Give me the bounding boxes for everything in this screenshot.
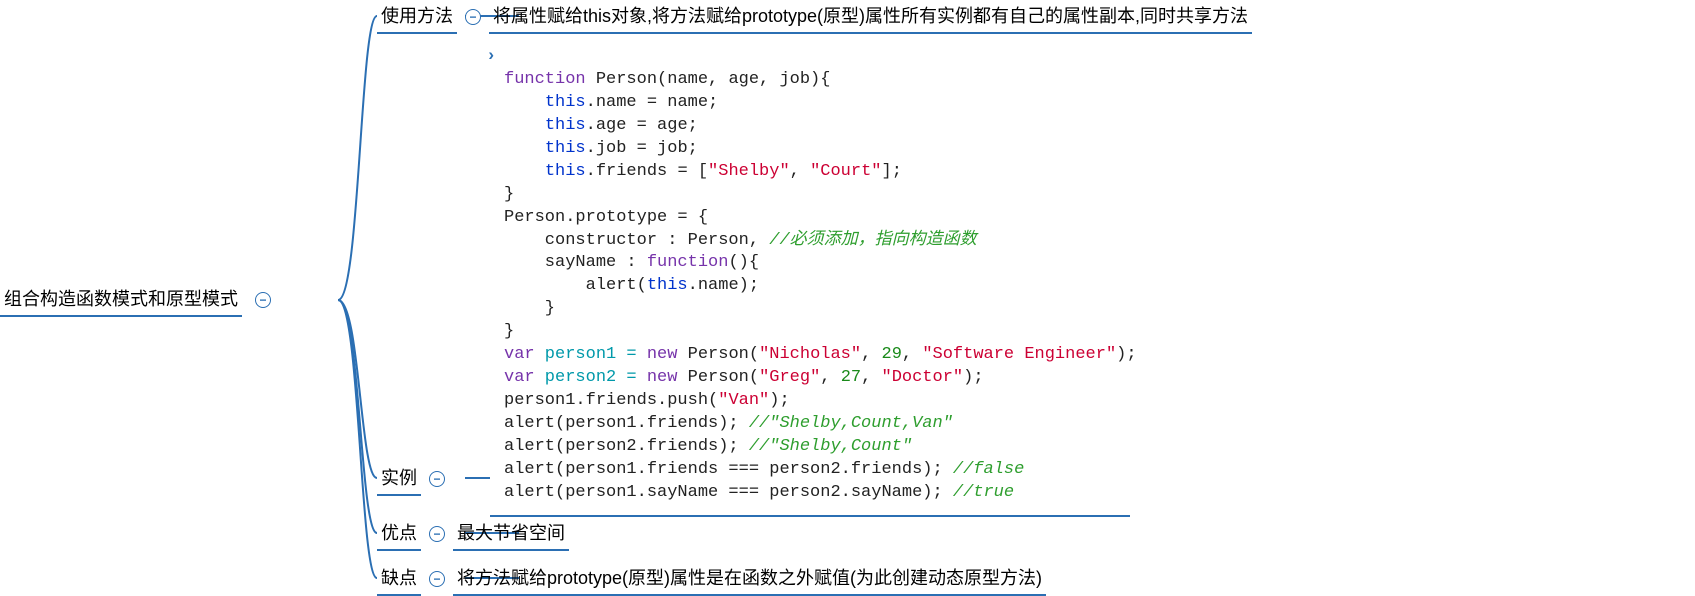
usage-desc: 将属性赋给this对象,将方法赋给prototype(原型)属性所有实例都有自己… [489,0,1252,34]
collapse-icon[interactable]: − [429,571,445,587]
example-label: 实例 [377,462,421,496]
usage-label: 使用方法 [377,0,457,34]
branch-advantage[interactable]: 优点 − 最大节省空间 [377,517,569,551]
advantage-desc: 最大节省空间 [453,517,569,551]
example-code-block: ›function Person(name, age, job){ this.n… [490,38,1130,517]
root-node[interactable]: 组合构造函数模式和原型模式 − [0,283,279,317]
collapse-icon[interactable]: − [429,471,445,487]
collapse-icon[interactable]: − [429,526,445,542]
collapse-icon[interactable]: − [255,292,271,308]
branch-example[interactable]: 实例 − [377,462,453,496]
root-label: 组合构造函数模式和原型模式 [0,283,242,317]
collapse-icon[interactable]: − [465,9,481,25]
code-prompt-icon: › [486,46,496,69]
branch-usage[interactable]: 使用方法 − 将属性赋给this对象,将方法赋给prototype(原型)属性所… [377,0,1252,34]
advantage-label: 优点 [377,517,421,551]
